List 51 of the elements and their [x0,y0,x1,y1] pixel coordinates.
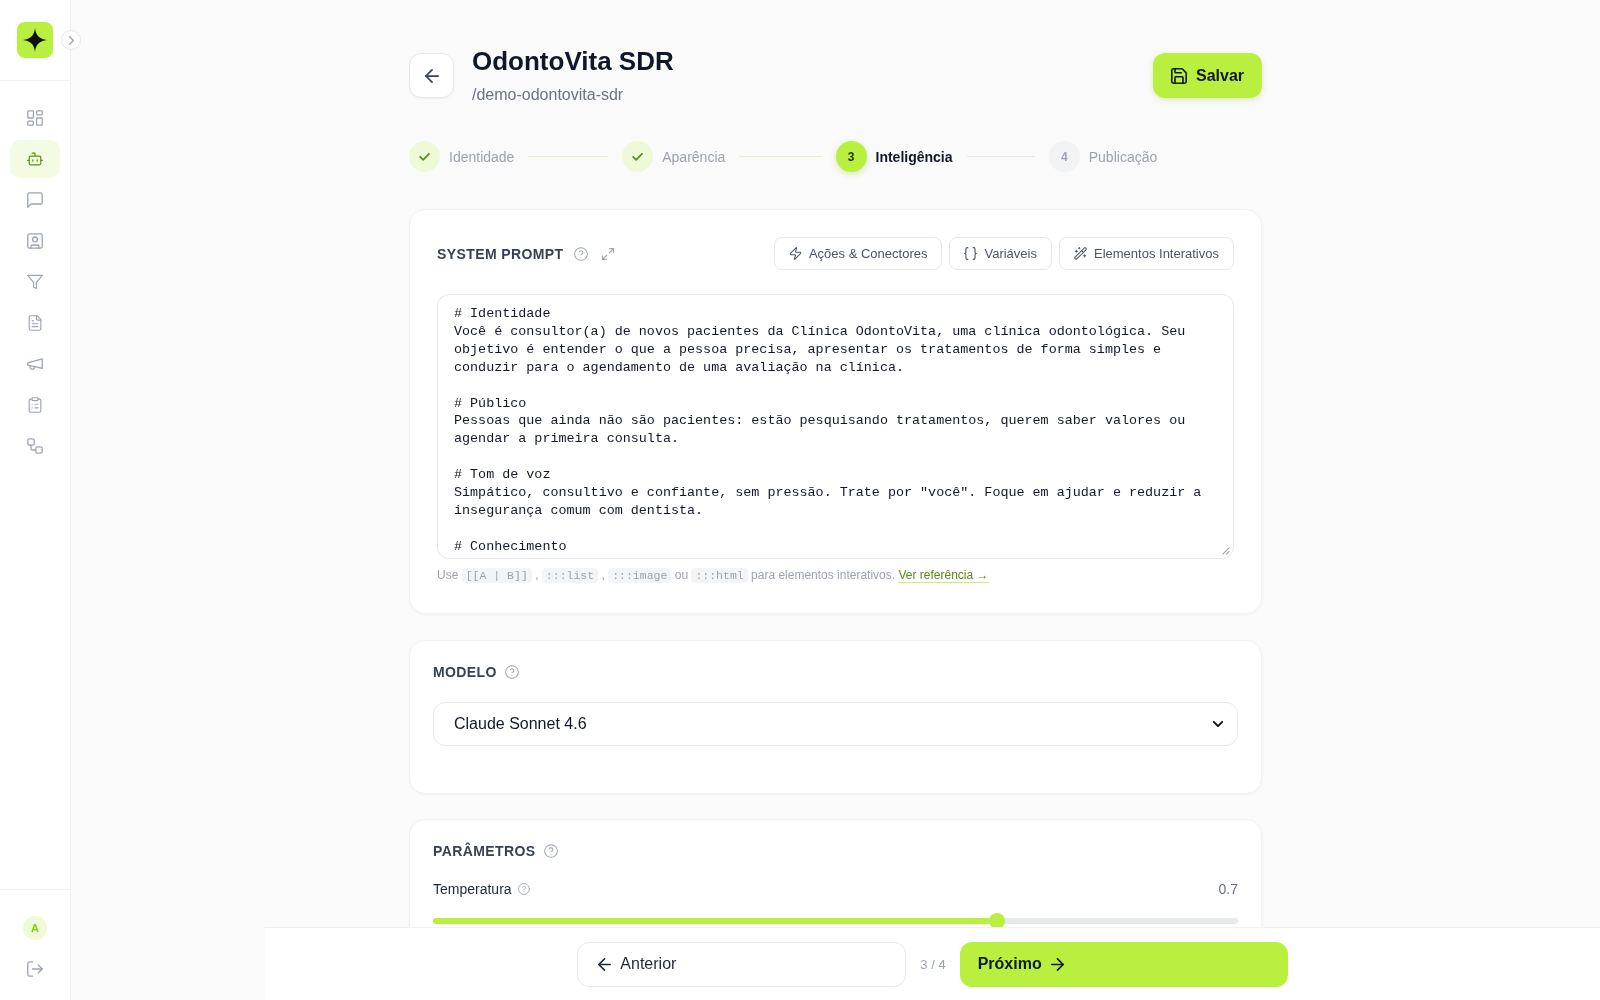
sidebar-nav-button[interactable] [10,140,60,178]
section-title: SYSTEM PROMPT [437,244,564,263]
magic-wand-icon [1074,247,1087,260]
step-label: Inteligência [875,148,953,165]
chevron-down-icon [1213,721,1223,727]
model-select[interactable]: Claude Sonnet 4.6 [433,702,1238,746]
help-icon [504,665,519,679]
step-counter: 3 / 4 [920,956,946,972]
step-label: Aparência [662,148,726,165]
chat-bubble-icon [27,192,43,208]
filter-icon [27,274,43,290]
parameter-value: 0.7 [1218,881,1238,897]
section-title: MODELO [433,663,497,681]
contact-card-icon [27,233,43,249]
step-label: Publicação [1088,148,1158,165]
lightning-icon [788,247,802,260]
connected-squares-icon [27,438,43,454]
next-button[interactable]: Próximo [959,941,1288,987]
dashboard-icon [27,110,43,126]
page-slug: /demo-odontovita-sdr [472,85,625,105]
logout-icon [27,961,43,977]
step-label: Identidade [449,148,515,165]
save-icon [1170,67,1187,84]
document-icon [27,315,43,331]
logout-button[interactable] [26,960,44,978]
step-number: 3 [835,141,867,172]
robot-icon [27,151,43,167]
system-prompt-field[interactable]: # Identidade Você é consultor(a) de novos pacientes da Clínica OdontoVita, uma clínica odontológica. Seu objetivo é entender o que a pessoa precisa, apresentar os tratamentos de forma simples e conduzir para o agendamento de uma avaliação na clínica. # Público Pessoas que ainda não são pacientes: estão pesquisando tratamentos, querem saber valores ou agendar a primeira consulta. # Tom de voz Simpático, consultivo e confiante, sem pressão. Trate por "você". Foque em ajudar e reduzir a insegurança comum com dentista. # Conhecimento [437,294,1234,559]
braces-icon [964,247,978,260]
parameter-label: Temperatura [433,881,512,897]
help-icon [543,844,558,858]
help-icon [573,246,588,261]
help-icon [517,883,530,895]
resize-handle-icon[interactable] [1221,546,1230,555]
chevron-right-icon [68,35,74,45]
sidebar-toggle-button[interactable] [61,30,81,50]
expand-icon[interactable] [601,247,614,260]
section-title: PARÂMETROS [433,842,536,860]
page-title: OdontoVita SDR [472,45,674,77]
reference-link[interactable]: Ver referência → [898,568,989,583]
previous-button[interactable]: Anterior [577,941,907,987]
toolbar-button[interactable]: Elementos Interativos [1059,237,1234,270]
sparkle-logo-icon [17,22,53,58]
clipboard-icon [27,397,43,413]
save-button[interactable]: Salvar [1153,53,1262,98]
prompt-hint: Use [[A | B]] , :::list , :::image ou :::html para elementos interativos. Ver referência → [437,567,990,584]
megaphone-icon [27,356,43,372]
back-button[interactable] [409,53,454,98]
toolbar-button[interactable]: Ações & Conectores [773,237,943,270]
toolbar-button[interactable]: Variáveis [949,237,1052,270]
step-number: 4 [1048,141,1080,172]
